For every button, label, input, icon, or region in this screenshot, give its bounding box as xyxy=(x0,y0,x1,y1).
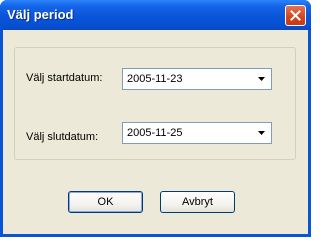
dialog-window: Välj period Välj startdatum: 2005-11-23 … xyxy=(0,0,311,237)
end-date-label: Välj slutdatum: xyxy=(26,131,99,143)
start-date-combobox[interactable]: 2005-11-23 xyxy=(122,68,272,90)
close-icon xyxy=(290,10,301,21)
chevron-down-icon xyxy=(258,131,265,135)
dialog-client-area: Välj startdatum: 2005-11-23 Välj slutdat… xyxy=(3,30,308,234)
end-date-combobox[interactable]: 2005-11-25 xyxy=(122,122,272,144)
end-date-value: 2005-11-25 xyxy=(127,127,183,139)
ok-button[interactable]: OK xyxy=(68,191,143,213)
cancel-button[interactable]: Avbryt xyxy=(160,191,235,213)
start-date-value: 2005-11-23 xyxy=(127,73,183,85)
window-title: Välj period xyxy=(7,7,74,22)
title-bar[interactable]: Välj period xyxy=(0,0,311,30)
start-date-label: Välj startdatum: xyxy=(26,72,103,84)
start-date-dropdown-button[interactable] xyxy=(253,70,270,88)
end-date-dropdown-button[interactable] xyxy=(253,124,270,142)
chevron-down-icon xyxy=(258,77,265,81)
close-button[interactable] xyxy=(285,5,306,26)
